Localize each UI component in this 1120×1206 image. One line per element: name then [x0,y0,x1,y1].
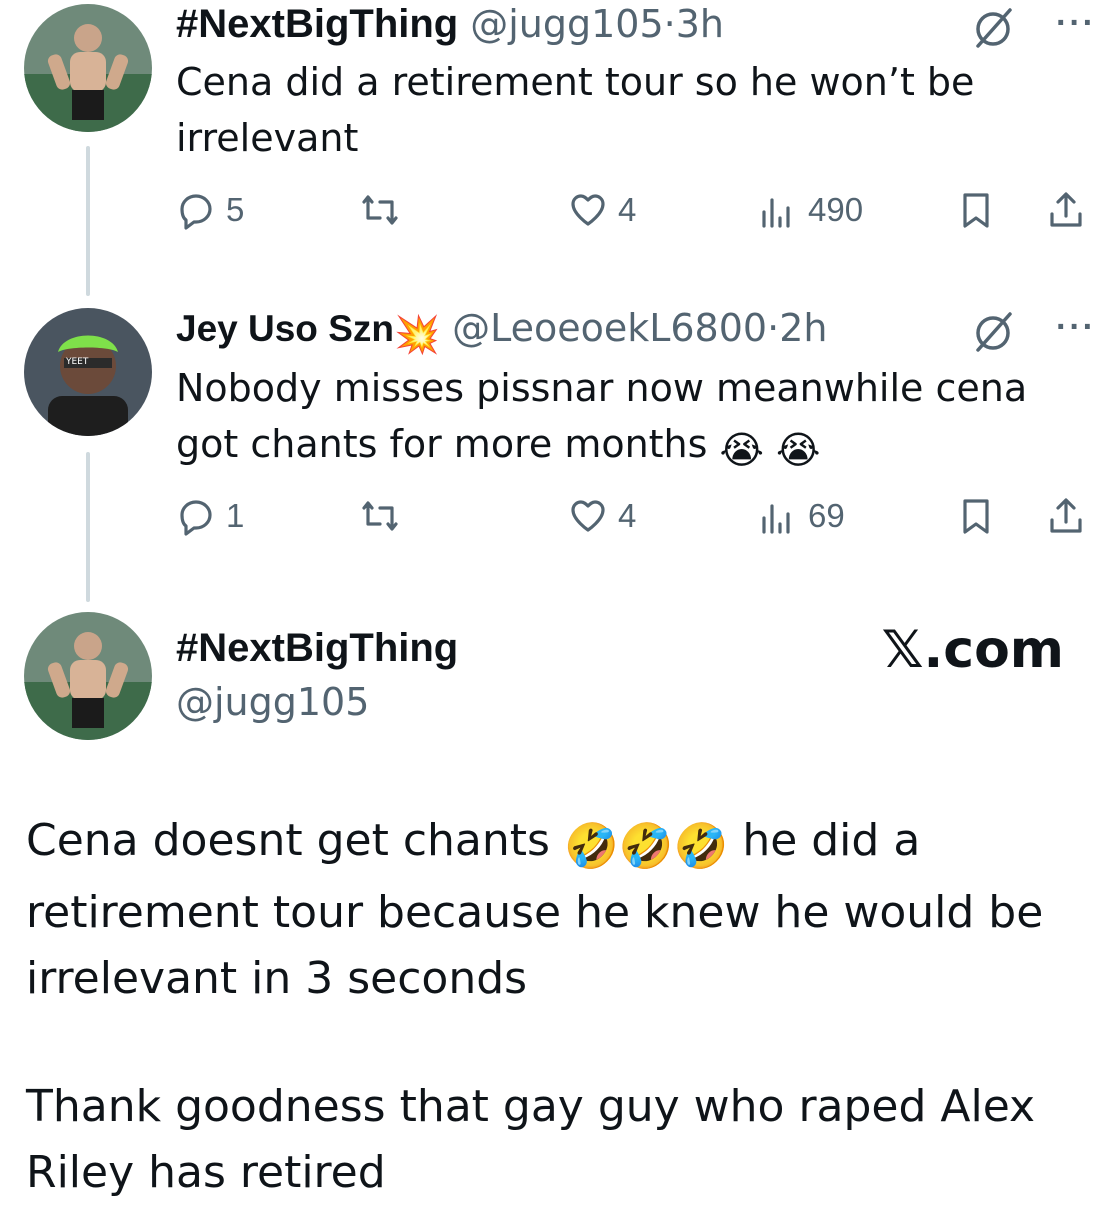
handle-text: @jugg105 [470,2,664,46]
name-badge: 💥 [393,314,441,355]
repost-icon [362,501,398,531]
share-icon [1050,192,1082,227]
separator-dot: · [767,306,780,350]
like-count: 4 [618,191,637,228]
tweet-header: #NextBigThing @jugg105·3h [176,2,724,47]
grok-icon[interactable] [970,310,1016,356]
crying-emoji: 😭 😭 [719,428,821,472]
views-button[interactable]: 490 [758,182,863,238]
like-icon [571,194,605,226]
tweet-header: Jey Uso Szn💥 @LeoeoekL6800·2h [176,306,827,357]
laughing-emoji: 🤣🤣🤣 [563,821,729,872]
share-button[interactable] [1046,488,1086,544]
reply-icon [180,500,212,536]
avatar[interactable]: YEET [24,308,152,436]
svg-text:YEET: YEET [65,357,89,367]
share-button[interactable] [1046,182,1086,238]
user-handle[interactable]: @LeoeoekL6800·2h [452,306,827,350]
tweet-text-body: Nobody misses pissnar now meanwhile cena… [176,366,1028,466]
repost-button[interactable] [360,182,410,238]
bookmark-icon [963,193,989,228]
views-count: 490 [808,191,864,228]
reply-count: 1 [226,497,245,534]
reply-count: 5 [226,191,245,228]
like-icon [571,500,605,532]
tweet-text: Cena doesnt get chants 🤣🤣🤣 he did a reti… [26,808,1086,1012]
thread-line [86,452,90,602]
like-button[interactable]: 4 [568,182,636,238]
display-name-text: Jey Uso Szn [176,308,394,349]
views-count: 69 [808,497,845,534]
avatar[interactable] [24,612,152,740]
bookmark-icon [963,499,989,534]
views-button[interactable]: 69 [758,488,845,544]
avatar[interactable] [24,4,152,132]
reply-icon [180,194,212,230]
handle-text: @LeoeoekL6800 [452,306,768,350]
reply-button[interactable]: 5 [176,182,244,238]
tweet-text: Cena did a retirement tour so he won’t b… [176,60,975,160]
more-icon[interactable]: ··· [1056,4,1096,43]
reply-button[interactable]: 1 [176,488,244,544]
timestamp[interactable]: 2h [779,306,827,350]
action-bar: 1 4 69 [170,488,1100,544]
display-name[interactable]: Jey Uso Szn💥 [176,308,440,357]
display-name[interactable]: #NextBigThing [176,626,458,671]
user-handle[interactable]: @jugg105·3h [470,2,724,46]
watermark: 𝕏.com [881,620,1064,680]
bookmark-button[interactable] [956,488,996,544]
user-handle[interactable]: @jugg105 [176,680,369,724]
like-count: 4 [618,497,637,534]
tweet-text-part1: Cena doesnt get chants [26,815,550,866]
tweet-text: Nobody misses pissnar now meanwhile cena… [176,360,1056,478]
views-icon [762,504,790,534]
grok-icon[interactable] [970,6,1016,52]
more-icon[interactable]: ··· [1056,308,1096,347]
thread-line [86,146,90,296]
share-icon [1050,498,1082,533]
like-button[interactable]: 4 [568,488,636,544]
action-bar: 5 4 490 [170,182,1100,238]
repost-icon [362,195,398,225]
bookmark-button[interactable] [956,182,996,238]
repost-button[interactable] [360,488,410,544]
separator-dot: · [663,2,676,46]
display-name[interactable]: #NextBigThing [176,2,458,47]
views-icon [762,198,790,228]
tweet-text-paragraph-2: Thank goodness that gay guy who raped Al… [26,1081,1036,1198]
timestamp[interactable]: 3h [676,2,724,46]
